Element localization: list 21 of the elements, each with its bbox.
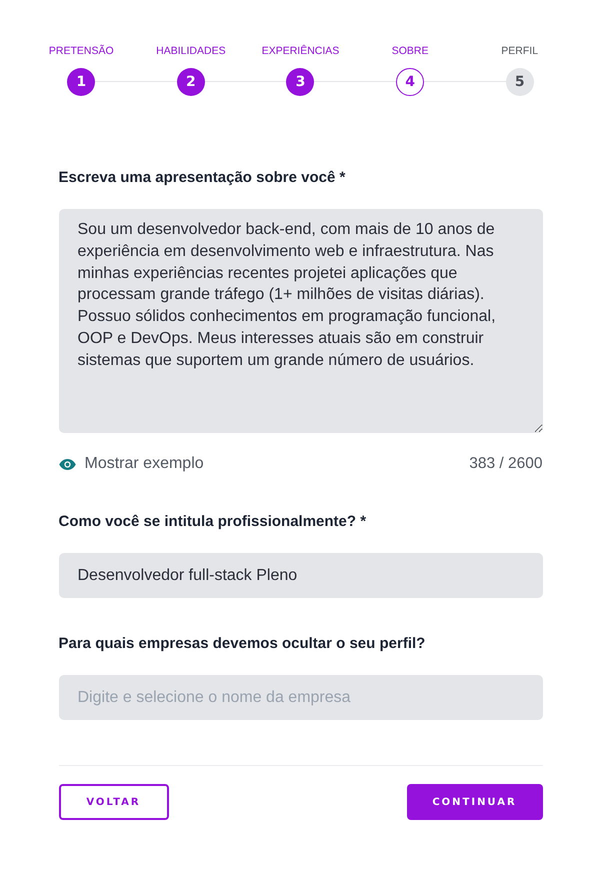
- step-number[interactable]: 4: [396, 68, 424, 96]
- step-number[interactable]: 3: [286, 68, 314, 96]
- step-label: PERFIL: [501, 44, 538, 58]
- continue-button[interactable]: CONTINUAR: [406, 784, 542, 820]
- step-label: HABILIDADES: [156, 44, 226, 58]
- company-search-input[interactable]: Digite e selecione o nome da empresa: [58, 675, 542, 720]
- back-button[interactable]: VOLTAR: [58, 784, 168, 820]
- eye-icon: [58, 458, 76, 470]
- field-label: Escreva uma apresentação sobre você *: [58, 168, 346, 188]
- step-number[interactable]: 2: [176, 68, 205, 96]
- step-number[interactable]: 5: [506, 68, 534, 96]
- about-textarea[interactable]: Sou um desenvolvedor back-end, com mais de 10 anos de experiência em desenvolvimento web e infraestrutura. Nas minhas experiências recentes projetei aplicações que processam grande tráfego (1+ milhões de visitas diárias). Possuo sólidos conhecimentos em programação funcional, OOP e DevOps. Meus interesses atuais são em construir sistemas que suportem um grande número de usuários.: [58, 209, 542, 433]
- show-example-link[interactable]: Mostrar exemplo: [58, 455, 204, 473]
- step-number[interactable]: 1: [67, 68, 96, 96]
- title-input[interactable]: Desenvolvedor full-stack Pleno: [58, 553, 542, 598]
- field-label: Para quais empresas devemos ocultar o seu perfil?: [58, 634, 426, 654]
- character-counter: 383 / 2600: [469, 455, 542, 473]
- field-label: Como você se intitula profissionalmente? *: [58, 512, 368, 532]
- step-label: PRETENSÃO: [48, 44, 114, 58]
- step-label: EXPERIÊNCIAS: [262, 44, 340, 58]
- step-label: SOBRE: [392, 44, 428, 58]
